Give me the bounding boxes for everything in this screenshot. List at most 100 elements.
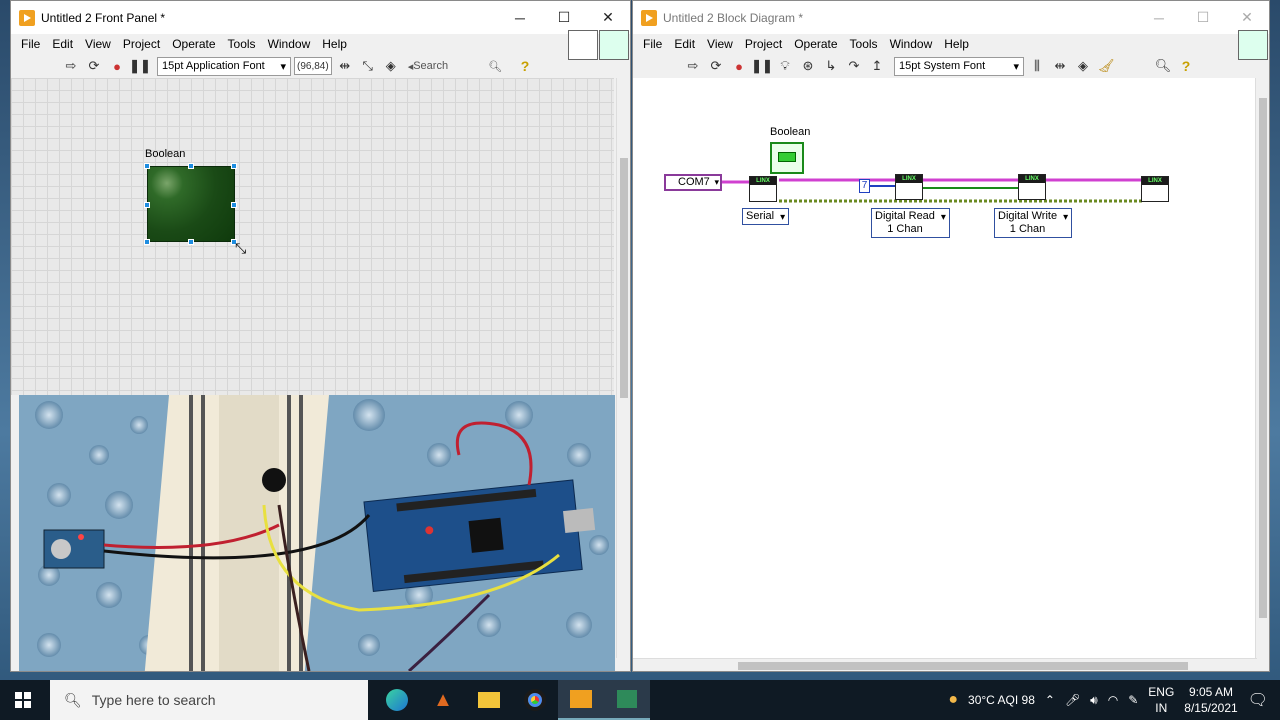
pen-icon[interactable]: ✎ [1128,693,1138,707]
minimize-button[interactable]: ─ [1137,1,1181,34]
block-diagram-window[interactable]: Untitled 2 Block Diagram * ─ ☐ ✕ File Ed… [632,0,1270,672]
menu-window[interactable]: Window [884,37,939,51]
connector-pane-icon[interactable] [568,30,598,60]
vertical-scrollbar[interactable] [616,78,630,658]
resize-handle[interactable] [231,202,237,208]
run-continuously-icon[interactable]: ⟳ [84,57,104,75]
linx-open-node[interactable]: LINX [749,176,777,202]
menu-help[interactable]: Help [938,37,975,51]
window-title: Untitled 2 Block Diagram * [663,10,804,25]
menu-file[interactable]: File [15,37,46,51]
linx-digital-write-node[interactable]: LINX [1018,174,1046,200]
align-icon[interactable]: ⫼ [1027,57,1047,75]
block-diagram-canvas[interactable]: Boolean COM7 ▾ LINX Serial 7 LINX Digita… [633,78,1256,658]
reorder-icon[interactable]: ◈ [1073,57,1093,75]
weather-text[interactable]: 30°C AQI 98 [968,693,1035,707]
distribute-icon[interactable]: ⇹ [1050,57,1070,75]
language-indicator[interactable]: ENG IN [1148,684,1174,716]
help-icon[interactable]: ? [515,57,535,75]
run-continuously-icon[interactable]: ⟳ [706,57,726,75]
menu-window[interactable]: Window [262,37,317,51]
menu-operate[interactable]: Operate [788,37,843,51]
linx-digital-read-node[interactable]: LINX [895,174,923,200]
linx-close-node[interactable]: LINX [1141,176,1169,202]
search-icon[interactable]: 🔍︎ [488,60,502,73]
matlab-app-icon[interactable]: ▲ [420,680,466,720]
retain-wire-values-icon[interactable]: ⊛ [798,57,818,75]
menu-tools[interactable]: Tools [844,37,884,51]
resize-handle[interactable] [188,239,194,245]
highlight-execution-icon[interactable]: 💡︎ [775,57,795,75]
file-explorer-icon[interactable] [466,680,512,720]
step-over-icon[interactable]: ↷ [844,57,864,75]
boolean-terminal-label: Boolean [770,126,811,138]
menu-view[interactable]: View [701,37,739,51]
font-selector[interactable]: 15pt System Font ▾ [894,56,1024,76]
resize-handle[interactable] [144,239,150,245]
menu-help[interactable]: Help [316,37,353,51]
abort-icon[interactable]: ● [729,57,749,75]
vi-icon[interactable] [1238,30,1268,60]
run-arrow-icon[interactable]: ⇨ [61,57,81,75]
digital-write-selector[interactable]: Digital Write 1 Chan [994,208,1073,238]
pause-icon[interactable]: ❚❚ [751,57,773,75]
horizontal-scrollbar[interactable] [633,658,1257,671]
step-out-icon[interactable]: ↥ [867,57,887,75]
show-hidden-icons-icon[interactable]: ⌃ [1045,693,1055,707]
font-selector[interactable]: 15pt Application Font ▾ [157,56,291,76]
camera-video-feed [19,395,615,671]
menu-tools[interactable]: Tools [222,37,262,51]
wifi-icon[interactable]: ◠ [1108,693,1118,707]
run-arrow-icon[interactable]: ⇨ [683,57,703,75]
clock[interactable]: 9:05 AM 8/15/2021 [1184,684,1237,716]
boolean-led[interactable] [147,166,235,242]
resize-handle[interactable] [188,163,194,169]
resize-handle[interactable] [144,163,150,169]
maximize-button[interactable]: ☐ [1181,1,1225,34]
menu-edit[interactable]: Edit [668,37,701,51]
front-panel-titlebar[interactable]: Untitled 2 Front Panel * ─ ☐ ✕ [11,1,630,34]
pause-icon[interactable]: ❚❚ [129,57,151,75]
block-diagram-titlebar[interactable]: Untitled 2 Block Diagram * ─ ☐ ✕ [633,1,1269,34]
toolbar: ⇨ ⟳ ● ❚❚ 💡︎ ⊛ ↳ ↷ ↥ 15pt System Font ▾ ⫼ … [633,30,1269,78]
front-panel-canvas[interactable]: Boolean ⤡ [11,78,614,395]
labview-block-diagram-app-icon[interactable] [604,680,650,720]
notifications-icon[interactable]: 🗨︎ [1248,690,1268,710]
menu-project[interactable]: Project [739,37,788,51]
taskbar-search-input[interactable]: 🔍︎ Type here to search [50,680,368,720]
start-button[interactable] [0,680,46,720]
help-icon[interactable]: ? [1176,57,1196,75]
front-panel-window[interactable]: Untitled 2 Front Panel * ─ ☐ ✕ File Edit… [10,0,631,672]
microphone-icon[interactable]: 🎤︎ [1065,693,1080,707]
vi-icon[interactable] [599,30,629,60]
distribute-icon[interactable]: ⇹ [335,57,355,75]
search-icon: 🔍︎ [64,691,82,708]
minimize-button[interactable]: ─ [498,1,542,34]
labview-app-icon[interactable] [558,680,604,720]
align-icon[interactable]: (96,84) [294,57,332,75]
step-into-icon[interactable]: ↳ [821,57,841,75]
abort-icon[interactable]: ● [107,57,127,75]
reorder-icon[interactable]: ◈ [381,57,401,75]
com-port-constant[interactable]: COM7 ▾ [664,174,722,191]
menu-project[interactable]: Project [117,37,166,51]
speaker-icon[interactable]: 🔊︎ [1090,693,1098,708]
serial-selector[interactable]: Serial [742,208,790,225]
numeric-constant[interactable]: 7 [859,179,870,193]
edge-app-icon[interactable] [374,680,420,720]
weather-icon[interactable]: ● [948,691,958,709]
vertical-scrollbar[interactable] [1255,78,1269,658]
resize-handle[interactable] [144,202,150,208]
menu-operate[interactable]: Operate [166,37,221,51]
menu-file[interactable]: File [637,37,668,51]
menu-view[interactable]: View [79,37,117,51]
search-input[interactable]: ◂ Search 🔍︎ [408,57,502,76]
resize-icon[interactable]: ⤡ [358,57,378,75]
search-icon[interactable]: 🔍︎ [1153,57,1173,75]
resize-handle[interactable] [231,163,237,169]
digital-read-selector[interactable]: Digital Read 1 Chan [871,208,950,238]
boolean-terminal[interactable] [770,142,804,174]
cleanup-icon[interactable]: 🧹︎ [1096,57,1116,75]
menu-edit[interactable]: Edit [46,37,79,51]
chrome-app-icon[interactable] [512,680,558,720]
